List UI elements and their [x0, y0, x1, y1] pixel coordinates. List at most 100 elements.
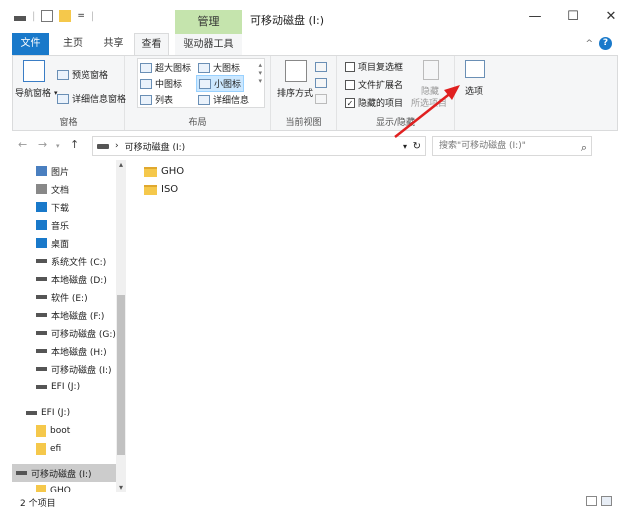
large-icons-view-icon[interactable] — [601, 496, 612, 506]
properties-icon[interactable] — [41, 10, 54, 22]
nav-item[interactable]: 系统文件 (C:) — [12, 252, 116, 270]
minimize-button[interactable]: — — [516, 6, 554, 28]
drive-icon — [36, 277, 47, 281]
drive-icon — [36, 331, 47, 335]
nav-item[interactable]: 文档 — [12, 180, 116, 198]
back-button[interactable]: ← — [18, 138, 27, 151]
tab-file[interactable]: 文件 — [12, 33, 49, 55]
hidden-items-checkbox[interactable]: ✓ — [345, 97, 355, 108]
layout-details[interactable]: 详细信息 — [198, 93, 249, 106]
quick-access-toolbar: | = | — [14, 10, 94, 22]
file-item-gho[interactable]: GHO — [144, 166, 184, 177]
recent-locations-icon[interactable]: ▾ — [56, 142, 60, 150]
music-icon — [36, 220, 47, 230]
sort-by-icon[interactable] — [285, 60, 307, 82]
file-extensions-toggle[interactable]: 文件扩展名 — [345, 78, 403, 91]
breadcrumb-chevron-icon[interactable]: › — [115, 141, 119, 151]
options-icon[interactable] — [465, 60, 485, 78]
group-panes: 导航窗格 ▾ 预览窗格 详细信息窗格 窗格 — [13, 56, 126, 130]
nav-item[interactable]: 可移动磁盘 (I:) — [12, 360, 116, 378]
nav-item[interactable]: EFI (J:) — [12, 404, 116, 422]
file-extensions-checkbox[interactable] — [345, 79, 355, 90]
tab-share[interactable]: 共享 — [96, 33, 131, 55]
layout-small-icons[interactable]: 小图标 — [196, 75, 245, 92]
drive-icon — [97, 143, 109, 149]
nav-item[interactable]: 音乐 — [12, 216, 116, 234]
breadcrumb-path[interactable]: 可移动磁盘 (I:) — [125, 140, 186, 153]
group-show-hide: 项目复选框 文件扩展名 ✓ 隐藏的项目 隐藏 所选项目 显示/隐藏 — [337, 56, 455, 130]
group-options: 选项 — [455, 56, 501, 130]
nav-item-label: 可移动磁盘 (I:) — [31, 469, 92, 480]
nav-item[interactable]: boot — [12, 422, 116, 440]
status-bar: 2 个项目 — [12, 493, 618, 511]
scroll-up-icon[interactable]: ▴ — [116, 160, 126, 169]
layout-large-icons[interactable]: 大图标 — [198, 61, 240, 74]
nav-item-label: 音乐 — [51, 221, 70, 232]
preview-pane-button[interactable]: 预览窗格 — [57, 68, 108, 81]
qat-dropdown[interactable]: = — [77, 11, 85, 21]
nav-pane-icon[interactable] — [23, 60, 45, 82]
nav-item[interactable]: 可移动磁盘 (I:) — [12, 464, 116, 482]
search-icon[interactable]: ⌕ — [581, 139, 587, 157]
layout-extra-large-icons[interactable]: 超大图标 — [140, 61, 191, 74]
group-label-current-view: 当前视图 — [285, 118, 322, 128]
nav-item-label: 桌面 — [51, 239, 70, 250]
nav-item-label: 系统文件 (C:) — [51, 257, 107, 268]
nav-item[interactable]: GHO — [12, 482, 116, 492]
file-item-iso[interactable]: ISO — [144, 184, 178, 195]
maximize-button[interactable]: ☐ — [554, 6, 592, 28]
nav-item-label: 可移动磁盘 (G:) — [51, 329, 116, 340]
refresh-icon[interactable]: ↻ — [413, 141, 421, 152]
nav-item-label: GHO — [50, 486, 71, 492]
group-by-icon[interactable] — [315, 62, 327, 72]
tab-home[interactable]: 主页 — [55, 33, 91, 55]
tab-view[interactable]: 查看 — [134, 33, 169, 55]
search-box[interactable]: 搜索"可移动磁盘 (I:)" ⌕ — [432, 136, 592, 156]
drive-icon — [36, 385, 47, 389]
nav-item-label: 图片 — [51, 167, 70, 178]
details-pane-button[interactable]: 详细信息窗格 — [57, 92, 126, 105]
item-checkboxes-toggle[interactable]: 项目复选框 — [345, 60, 403, 73]
sort-by-button[interactable]: 排序方式 — [277, 86, 313, 99]
group-label-layout: 布局 — [188, 118, 207, 128]
nav-item[interactable]: 软件 (E:) — [12, 288, 116, 306]
nav-item[interactable]: 下载 — [12, 198, 116, 216]
close-button[interactable]: ✕ — [592, 6, 630, 28]
nav-item[interactable]: 可移动磁盘 (G:) — [12, 324, 116, 342]
forward-button[interactable]: → — [38, 138, 47, 151]
collapse-ribbon-icon[interactable]: ^ — [585, 39, 593, 49]
pictures-icon — [36, 166, 47, 176]
item-checkboxes-checkbox[interactable] — [345, 61, 355, 72]
add-columns-icon[interactable] — [315, 78, 327, 88]
nav-item[interactable]: 图片 — [12, 162, 116, 180]
details-view-icon[interactable] — [586, 496, 597, 506]
nav-item[interactable]: 本地磁盘 (D:) — [12, 270, 116, 288]
scroll-thumb[interactable] — [117, 295, 125, 455]
scroll-down-icon[interactable]: ▾ — [116, 483, 126, 492]
nav-item[interactable]: efi — [12, 440, 116, 458]
nav-item-label: boot — [50, 426, 71, 436]
address-bar[interactable]: › 可移动磁盘 (I:) ▾ ↻ — [92, 136, 426, 156]
up-button[interactable]: ↑ — [70, 138, 79, 151]
help-icon[interactable]: ? — [599, 37, 612, 50]
gallery-scroll-icon[interactable]: ▴ ▾ ▾ — [258, 61, 262, 85]
nav-item[interactable]: EFI (J:) — [12, 378, 116, 396]
nav-pane-button[interactable]: 导航窗格 ▾ — [15, 86, 58, 100]
layout-list[interactable]: 列表 — [140, 93, 173, 106]
nav-scrollbar[interactable]: ▴ ▾ — [116, 160, 126, 492]
options-button[interactable]: 选项 — [465, 84, 483, 97]
search-input[interactable]: 搜索"可移动磁盘 (I:)" — [439, 141, 526, 151]
layout-medium-icons[interactable]: 中图标 — [140, 77, 182, 90]
address-dropdown-icon[interactable]: ▾ — [403, 142, 407, 151]
hidden-items-toggle[interactable]: ✓ 隐藏的项目 — [345, 96, 403, 109]
tab-drive-tools[interactable]: 驱动器工具 — [175, 33, 242, 55]
separator: | — [32, 10, 36, 22]
size-columns-icon[interactable] — [315, 94, 327, 104]
new-folder-icon[interactable] — [59, 10, 72, 22]
nav-item[interactable]: 本地磁盘 (F:) — [12, 306, 116, 324]
nav-item-label: EFI (J:) — [51, 382, 81, 392]
nav-item[interactable]: 桌面 — [12, 234, 116, 252]
group-layout: 超大图标 大图标 中图标 小图标 列表 详细信息 ▴ ▾ ▾ 布局 — [125, 56, 271, 130]
nav-item[interactable]: 本地磁盘 (H:) — [12, 342, 116, 360]
group-label-panes: 窗格 — [59, 118, 78, 128]
